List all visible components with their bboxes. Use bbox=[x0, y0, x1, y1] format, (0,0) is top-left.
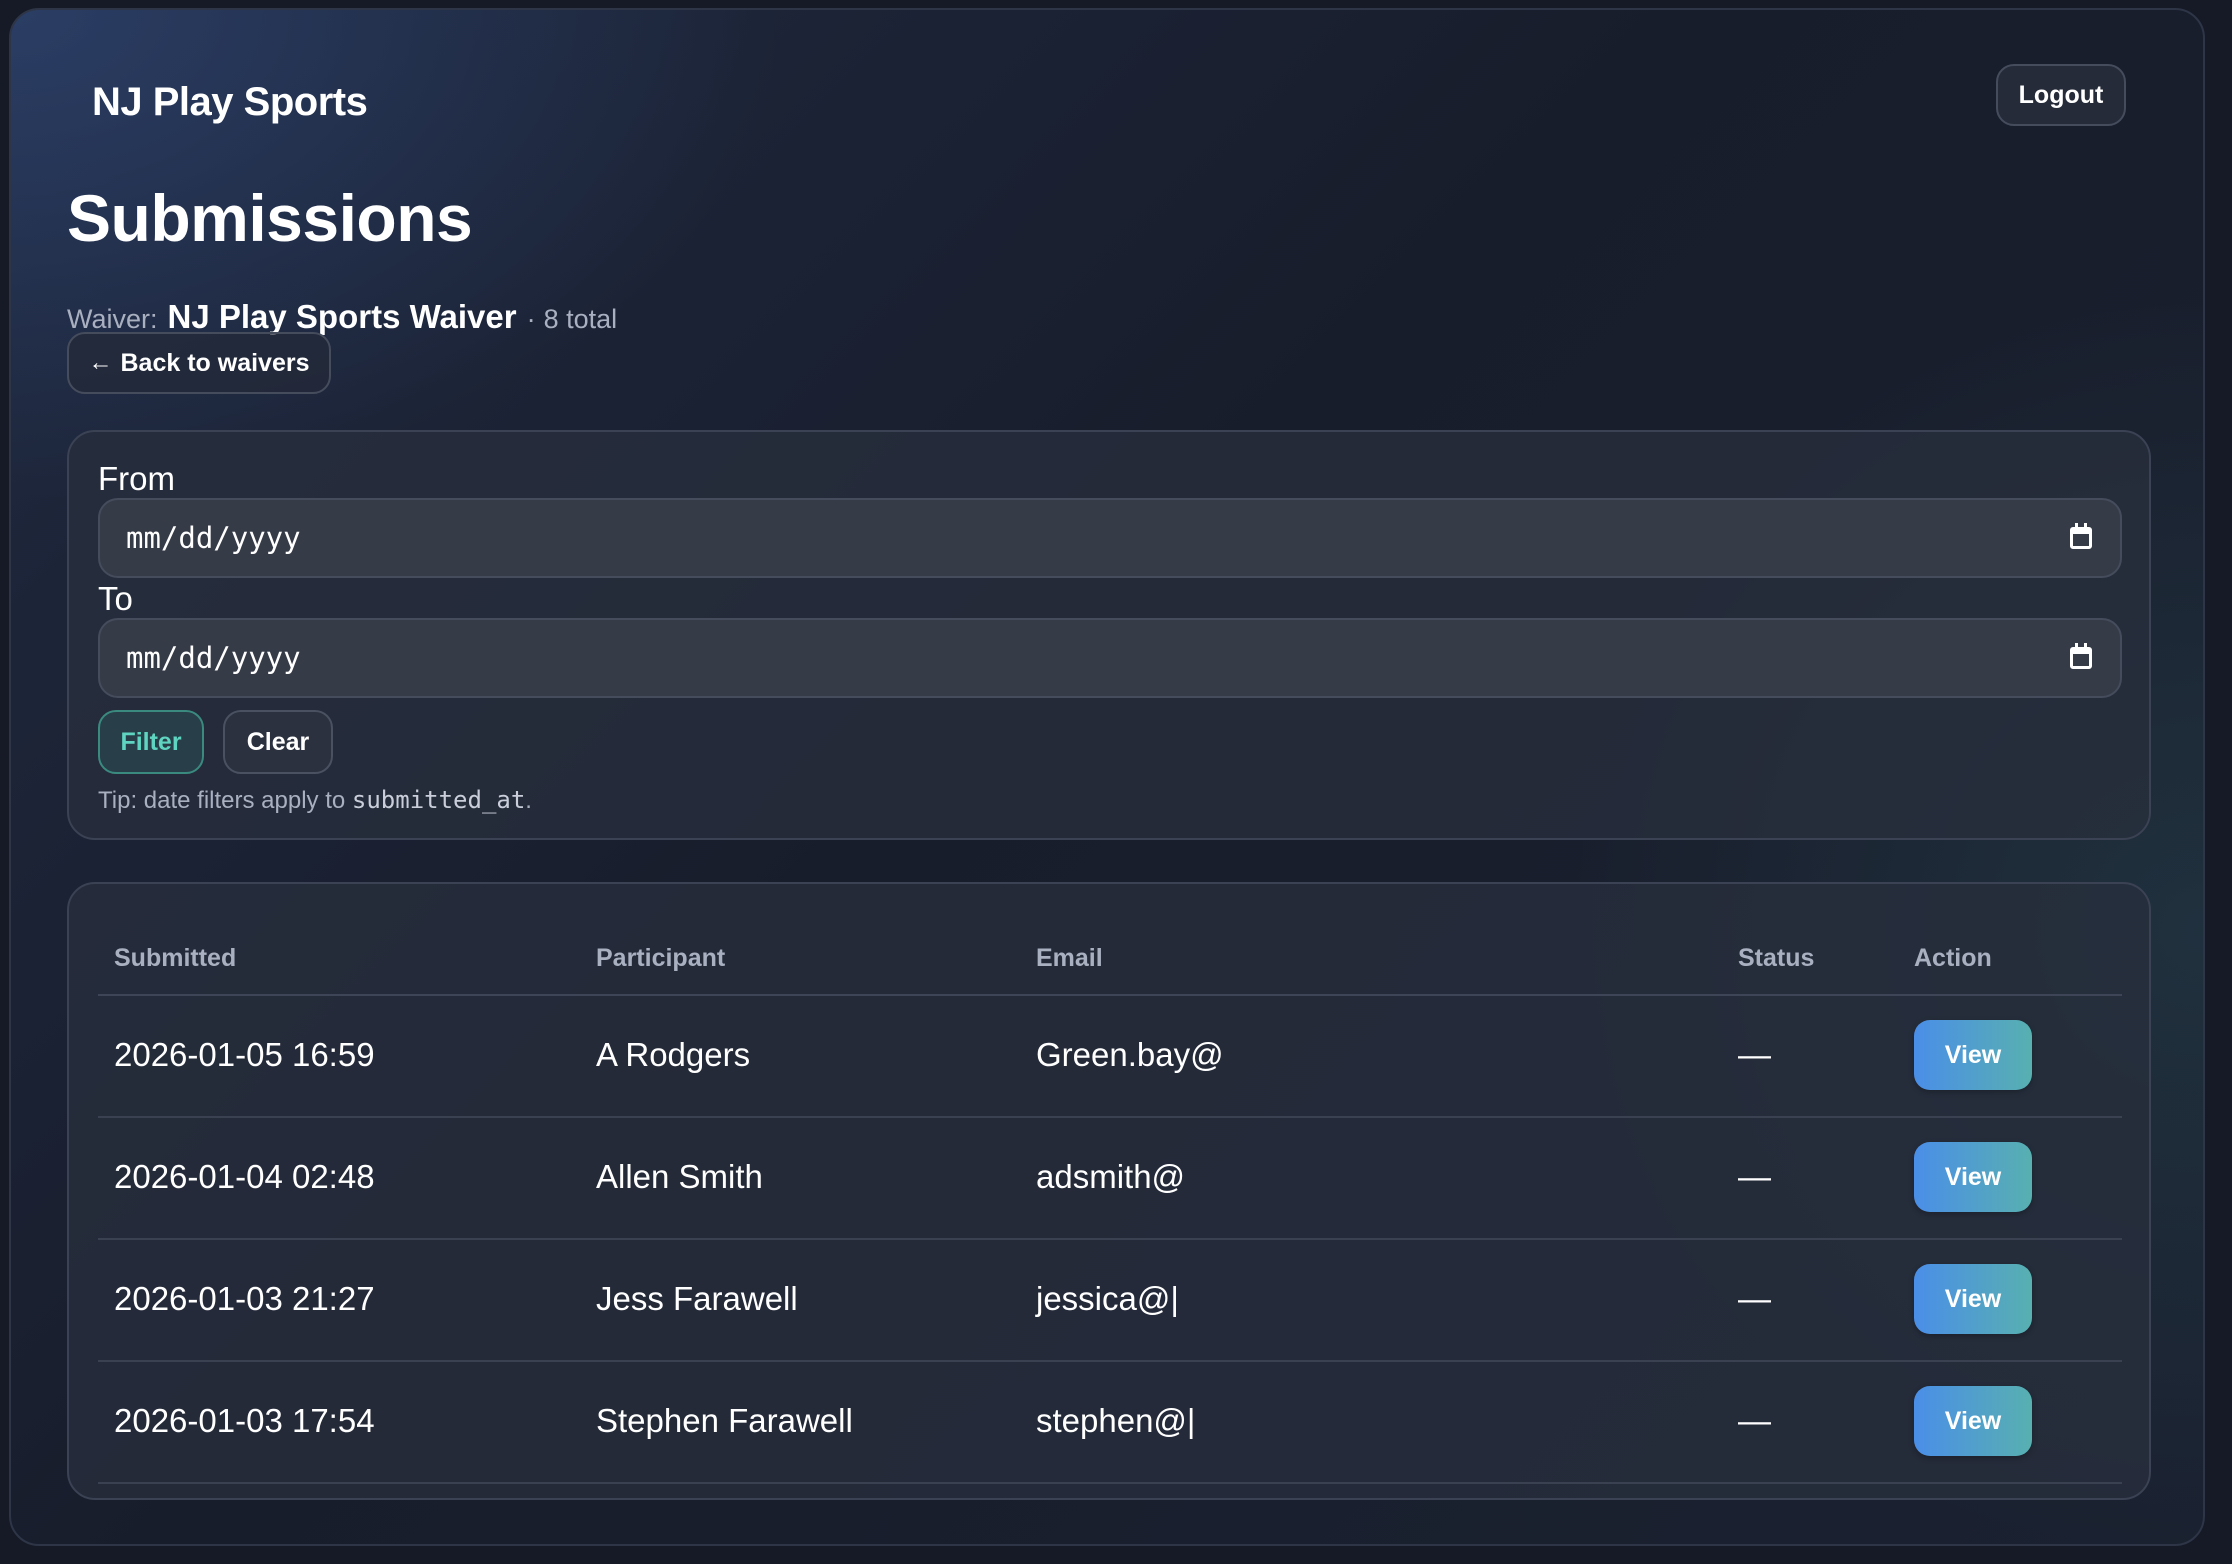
cell-submitted: 2026-01-04 02:48 bbox=[114, 1158, 375, 1195]
view-button[interactable]: View bbox=[1914, 1142, 2032, 1212]
tip-suffix: . bbox=[525, 787, 532, 814]
table-row: 2026-01-04 02:48 Allen Smith adsmith@ — … bbox=[98, 1118, 2122, 1240]
cell-status: — bbox=[1738, 1158, 1771, 1195]
column-header-participant: Participant bbox=[596, 944, 726, 972]
view-button[interactable]: View bbox=[1914, 1264, 2032, 1334]
submissions-table-card: Submitted Participant Email Status Actio… bbox=[67, 882, 2151, 1500]
cell-email: Green.bay@ bbox=[1036, 1036, 1224, 1073]
back-button-label: Back to waivers bbox=[120, 348, 310, 377]
to-date-input[interactable]: mm/dd/yyyy bbox=[98, 618, 2122, 698]
from-label: From bbox=[98, 460, 175, 497]
column-header-email: Email bbox=[1036, 944, 1103, 972]
cell-email: adsmith@ bbox=[1036, 1158, 1186, 1195]
cell-participant: Allen Smith bbox=[596, 1158, 763, 1195]
filter-panel: From mm/dd/yyyy To mm/dd/yyyy Filter Cle… bbox=[67, 430, 2151, 840]
cell-participant: A Rodgers bbox=[596, 1036, 751, 1073]
cell-email: jessica@| bbox=[1036, 1280, 1179, 1317]
to-date-placeholder: mm/dd/yyyy bbox=[126, 641, 301, 675]
table-header: Submitted Participant Email Status Actio… bbox=[98, 924, 2122, 996]
to-label: To bbox=[98, 580, 133, 617]
cell-submitted: 2026-01-03 17:54 bbox=[114, 1402, 375, 1439]
calendar-icon[interactable] bbox=[2070, 643, 2092, 669]
tip-text: Tip: date filters apply to bbox=[98, 787, 352, 814]
cell-submitted: 2026-01-05 16:59 bbox=[114, 1036, 375, 1073]
back-to-waivers-button[interactable]: ← Back to waivers bbox=[67, 332, 331, 394]
waiver-name: NJ Play Sports Waiver bbox=[167, 298, 517, 335]
from-date-input[interactable]: mm/dd/yyyy bbox=[98, 498, 2122, 578]
cell-status: — bbox=[1738, 1280, 1771, 1317]
column-header-action: Action bbox=[1914, 944, 1992, 972]
waiver-summary: Waiver: NJ Play Sports Waiver · 8 total bbox=[67, 298, 617, 336]
cell-status: — bbox=[1738, 1036, 1771, 1073]
view-button[interactable]: View bbox=[1914, 1386, 2032, 1456]
cell-submitted: 2026-01-03 21:27 bbox=[114, 1280, 375, 1317]
waiver-label: Waiver: bbox=[67, 304, 158, 334]
cell-email: stephen@| bbox=[1036, 1402, 1196, 1439]
app-window: NJ Play Sports Logout Submissions Waiver… bbox=[9, 8, 2205, 1546]
table-row: 2026-01-05 16:59 A Rodgers Green.bay@ — … bbox=[98, 996, 2122, 1118]
submissions-table: Submitted Participant Email Status Actio… bbox=[98, 924, 2122, 1484]
table-row: 2026-01-03 17:54 Stephen Farawell stephe… bbox=[98, 1362, 2122, 1484]
separator-dot: · bbox=[526, 304, 536, 334]
brand-title: NJ Play Sports bbox=[92, 80, 368, 124]
filter-button[interactable]: Filter bbox=[98, 710, 204, 774]
logout-button[interactable]: Logout bbox=[1996, 64, 2126, 126]
column-header-submitted: Submitted bbox=[114, 944, 237, 972]
arrow-left-icon: ← bbox=[88, 349, 113, 376]
cell-participant: Stephen Farawell bbox=[596, 1402, 853, 1439]
from-date-placeholder: mm/dd/yyyy bbox=[126, 521, 301, 555]
clear-button[interactable]: Clear bbox=[223, 710, 333, 774]
cell-status: — bbox=[1738, 1402, 1771, 1439]
view-button[interactable]: View bbox=[1914, 1020, 2032, 1090]
column-header-status: Status bbox=[1738, 944, 1815, 972]
cell-participant: Jess Farawell bbox=[596, 1280, 798, 1317]
filter-tip: Tip: date filters apply to submitted_at. bbox=[98, 786, 532, 815]
page-title: Submissions bbox=[67, 181, 473, 255]
table-row: 2026-01-03 21:27 Jess Farawell jessica@|… bbox=[98, 1240, 2122, 1362]
tip-code: submitted_at bbox=[351, 786, 526, 814]
calendar-icon[interactable] bbox=[2070, 523, 2092, 549]
submission-count: 8 total bbox=[543, 304, 618, 334]
